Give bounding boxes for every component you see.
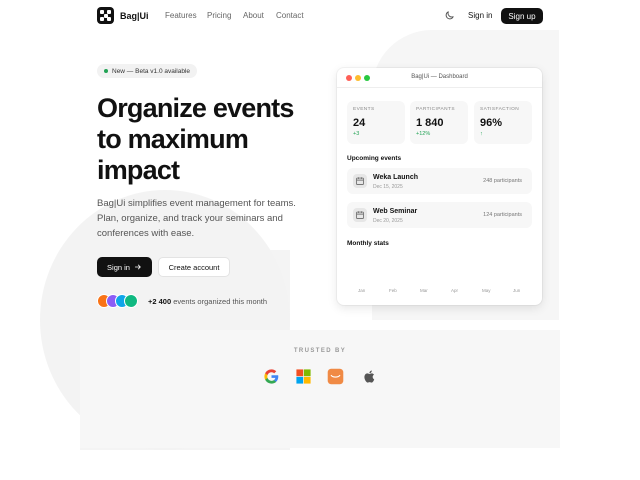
month-label: Jan bbox=[358, 288, 366, 293]
monthly-stats-heading: Monthly stats bbox=[347, 240, 389, 247]
hero-title-line: impact bbox=[97, 155, 180, 185]
window-title: Bag|Ui — Dashboard bbox=[411, 74, 468, 80]
event-name: Weka Launch bbox=[373, 174, 418, 181]
button-label: Sign in bbox=[107, 262, 130, 272]
navbar: Bag|Ui Features Pricing About Contact Si… bbox=[0, 0, 640, 32]
nav-link-about[interactable]: About bbox=[243, 11, 264, 20]
event-date: Dec 15, 2025 bbox=[373, 184, 403, 190]
stat-card-participants: PARTICIPANTS 1 840 +12% bbox=[410, 101, 468, 144]
arrow-right-icon bbox=[134, 264, 141, 270]
hero-title-line: Organize events bbox=[97, 93, 294, 123]
microsoft-icon bbox=[296, 369, 311, 384]
event-name: Web Seminar bbox=[373, 208, 418, 215]
apple-icon bbox=[364, 370, 375, 383]
hero-signin-button[interactable]: Sign in bbox=[97, 257, 152, 277]
stat-value: 1 840 bbox=[416, 117, 444, 129]
avatar bbox=[124, 294, 138, 308]
stat-card-satisfaction: SATISFACTION 96% ↑ bbox=[474, 101, 532, 144]
google-icon bbox=[264, 369, 279, 384]
stat-label: PARTICIPANTS bbox=[416, 107, 455, 112]
nav-link-contact[interactable]: Contact bbox=[276, 11, 304, 20]
avatar-stack bbox=[97, 294, 145, 308]
brand-name[interactable]: Bag|Ui bbox=[120, 11, 149, 21]
stat-change: ↑ bbox=[480, 131, 483, 137]
event-participants: 124 participants bbox=[483, 212, 522, 218]
window-titlebar: Bag|Ui — Dashboard bbox=[337, 68, 542, 88]
upcoming-events-heading: Upcoming events bbox=[347, 155, 402, 162]
stat-value: 96% bbox=[480, 117, 503, 129]
badge-text: New — Beta v1.0 available bbox=[112, 67, 191, 75]
month-label: Feb bbox=[389, 288, 397, 293]
dashboard-preview: Bag|Ui — Dashboard EVENTS 24 +3 PARTICIP… bbox=[337, 68, 542, 305]
hero-title-line: to maximum bbox=[97, 124, 249, 154]
status-dot bbox=[104, 69, 108, 73]
hero-description: Bag|Ui simplifies event management for t… bbox=[97, 196, 297, 241]
description-line: conferences with ease. bbox=[97, 228, 195, 239]
ubuntu-icon bbox=[327, 368, 344, 385]
stat-value: 24 bbox=[353, 117, 366, 129]
stat-change: +3 bbox=[353, 131, 360, 137]
trusted-by-heading: TRUSTED BY bbox=[293, 348, 347, 354]
social-proof: +2 400 events organized this month bbox=[148, 297, 267, 306]
create-account-button[interactable]: Create account bbox=[158, 257, 230, 277]
calendar-icon bbox=[353, 174, 367, 188]
event-participants: 248 participants bbox=[483, 178, 522, 184]
stat-label: EVENTS bbox=[353, 107, 375, 112]
nav-signin-link[interactable]: Sign in bbox=[468, 11, 492, 20]
moon-icon[interactable] bbox=[444, 10, 455, 21]
month-label: Jun bbox=[513, 288, 521, 293]
event-row[interactable]: Weka Launch Dec 15, 2025 248 participant… bbox=[347, 168, 532, 194]
logo-icon[interactable] bbox=[97, 7, 114, 24]
beta-badge[interactable]: New — Beta v1.0 available bbox=[97, 64, 198, 78]
month-label: Apr bbox=[451, 288, 459, 293]
stat-label: SATISFACTION bbox=[480, 107, 520, 112]
stat-card-events: EVENTS 24 +3 bbox=[347, 101, 405, 144]
calendar-icon bbox=[353, 208, 367, 222]
nav-link-pricing[interactable]: Pricing bbox=[207, 11, 231, 20]
nav-link-features[interactable]: Features bbox=[165, 11, 197, 20]
event-date: Dec 20, 2025 bbox=[373, 218, 403, 224]
month-label: May bbox=[482, 288, 491, 293]
nav-signup-button[interactable]: Sign up bbox=[501, 8, 543, 24]
month-label: Mar bbox=[420, 288, 428, 293]
hero-title: Organize events to maximum impact bbox=[97, 93, 317, 186]
stat-change: +12% bbox=[416, 131, 431, 137]
description-line: Plan, organize, and track your seminars … bbox=[97, 213, 283, 224]
social-text: events organized this month bbox=[173, 297, 268, 306]
event-row[interactable]: Web Seminar Dec 20, 2025 124 participant… bbox=[347, 202, 532, 228]
description-line: Bag|Ui simplifies event management for t… bbox=[97, 198, 296, 209]
social-count: +2 400 bbox=[148, 297, 172, 306]
